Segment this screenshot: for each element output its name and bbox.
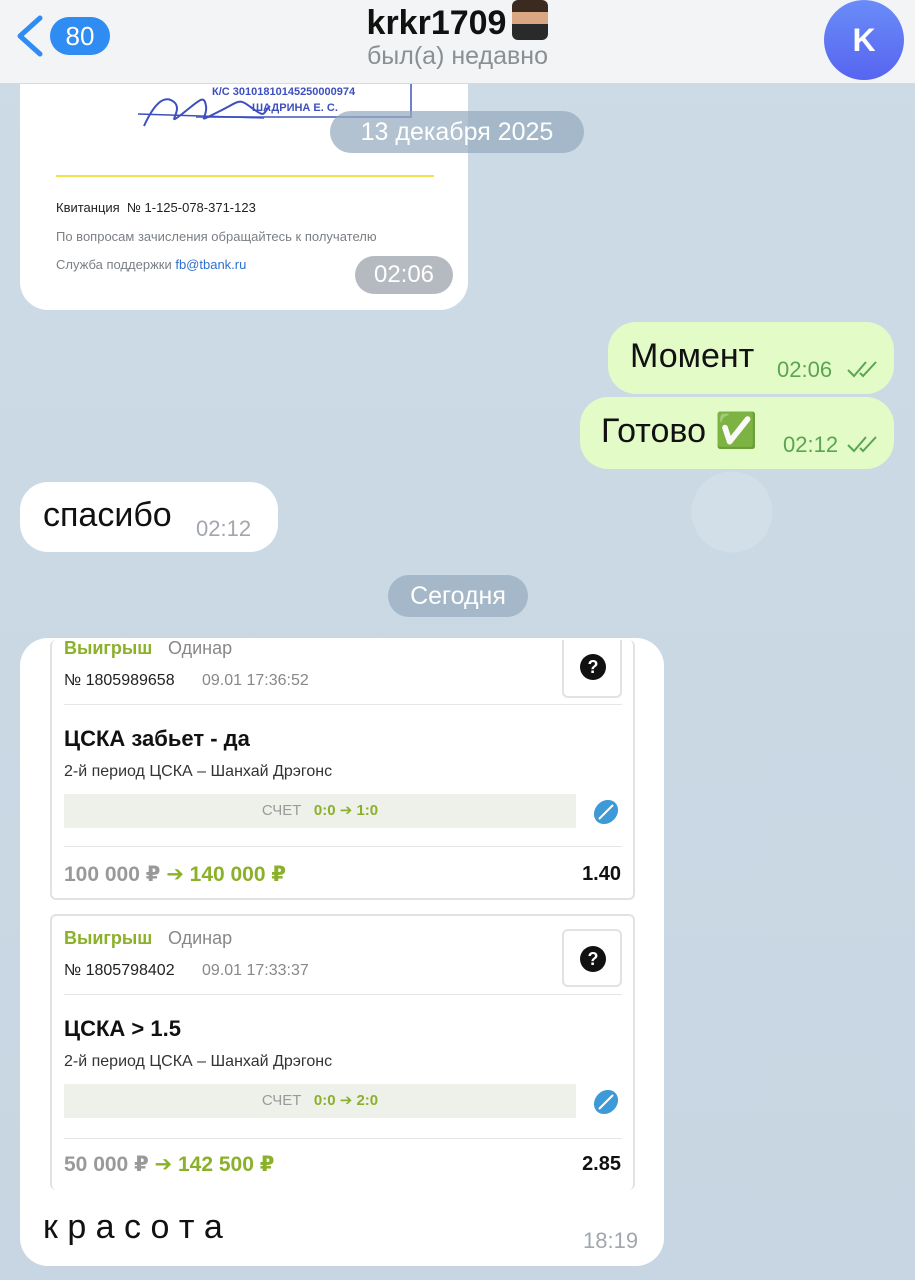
- chat-header: 80 krkr1709 был(а) недавно K: [0, 0, 915, 84]
- message-time: 02:12: [783, 432, 839, 457]
- help-button[interactable]: ?: [562, 640, 622, 698]
- support-email-link[interactable]: fb@tbank.ru: [175, 257, 246, 272]
- divider: [64, 1138, 622, 1139]
- bet-amount: 50 000 ₽ ➔ 142 500 ₽: [64, 1153, 275, 1176]
- bet-coefficient: 1.40: [582, 863, 621, 885]
- bet-card: Выигрыш Одинар № 1805798402 09.01 17:33:…: [50, 914, 635, 1190]
- support-text: Служба поддержки fb@tbank.ru: [56, 257, 247, 272]
- bet-datetime: 09.01 17:36:52: [202, 672, 309, 689]
- message-time: 18:19: [583, 1228, 639, 1253]
- bet-coefficient: 2.85: [582, 1153, 621, 1175]
- title-block[interactable]: krkr1709: [0, 0, 915, 43]
- divider: [64, 846, 622, 847]
- help-button[interactable]: ?: [562, 929, 622, 987]
- receipt-time: 02:06: [355, 256, 453, 294]
- message-time: 02:06: [777, 357, 833, 382]
- bet-number: № 1805798402: [64, 962, 175, 979]
- chat-title[interactable]: krkr1709: [367, 4, 507, 43]
- bet-period: 2-й период ЦСКА – Шанхай Дрэгонс: [64, 1053, 333, 1070]
- bet-status: Выигрыш: [64, 928, 153, 948]
- hockey-puck-icon: [593, 799, 619, 825]
- contact-avatar[interactable]: K: [824, 0, 904, 80]
- read-double-check-icon: [847, 361, 877, 378]
- message-text: Момент: [630, 337, 755, 375]
- receipt-label: Квитанция № 1-125-078-371-123: [56, 200, 256, 215]
- question-icon: ?: [580, 946, 606, 972]
- signature-image: [137, 98, 271, 127]
- date-divider: 13 декабря 2025: [330, 111, 584, 153]
- bet-datetime: 09.01 17:33:37: [202, 962, 309, 979]
- bet-title: ЦСКА > 1.5: [64, 1016, 181, 1041]
- image-caption: к р а с о т а: [43, 1208, 223, 1246]
- bet-status: Выигрыш: [64, 640, 153, 658]
- bet-amount: 100 000 ₽ ➔ 140 000 ₽: [64, 863, 286, 886]
- receipt-divider-line: [56, 175, 434, 177]
- bet-title: ЦСКА забьет - да: [64, 726, 250, 751]
- divider: [64, 994, 622, 995]
- message-time: 02:12: [196, 516, 252, 541]
- bet-card: Выигрыш Одинар № 1805989658 09.01 17:36:…: [50, 640, 635, 900]
- message-text: спасибо: [43, 496, 172, 534]
- bet-type: Одинар: [168, 928, 233, 948]
- last-seen-status: был(а) недавно: [366, 42, 549, 70]
- message-text: Готово ✅: [601, 412, 758, 450]
- hockey-puck-icon: [593, 1089, 619, 1115]
- divider: [64, 704, 622, 705]
- bet-number: № 1805989658: [64, 672, 175, 689]
- title-emoji-avatar: [512, 0, 549, 40]
- receipt-questions-text: По вопросам зачисления обращайтесь к пол…: [56, 229, 377, 244]
- read-double-check-icon: [847, 436, 877, 453]
- question-icon: ?: [580, 654, 606, 680]
- score-bar: СЧЕТ 0:0 ➔ 2:0: [64, 1084, 576, 1118]
- bet-type: Одинар: [168, 640, 233, 658]
- date-divider: Сегодня: [388, 575, 528, 617]
- bet-period: 2-й период ЦСКА – Шанхай Дрэгонс: [64, 763, 333, 780]
- score-bar: СЧЕТ 0:0 ➔ 1:0: [64, 794, 576, 828]
